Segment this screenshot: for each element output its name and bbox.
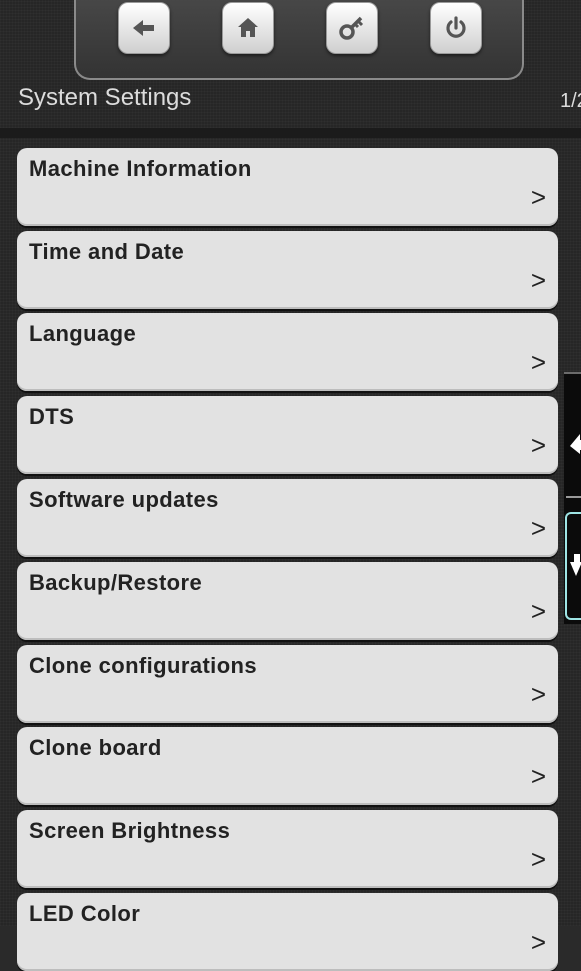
key-button[interactable] <box>326 2 378 54</box>
menu-item-label: Backup/Restore <box>29 570 203 595</box>
screen: System Settings 1/2 Machine Information … <box>0 0 581 971</box>
menu-item-clone-configurations[interactable]: Clone configurations > <box>17 645 558 723</box>
power-button[interactable] <box>430 2 482 54</box>
page-indicator: 1/2 <box>560 90 581 112</box>
menu-item-label: LED Color <box>29 901 141 926</box>
menu-item-label: Screen Brightness <box>29 818 231 843</box>
scroll-down-arrow-icon <box>570 554 581 576</box>
page-title: System Settings <box>18 84 192 111</box>
power-icon <box>446 16 466 38</box>
scroll-down-button[interactable] <box>565 512 581 620</box>
menu-item-label: Clone board <box>29 735 162 760</box>
scroll-up-arrow-icon <box>570 434 581 454</box>
chevron-right-icon: > <box>530 844 546 874</box>
chevron-right-icon: > <box>530 347 546 377</box>
menu-item-time-and-date[interactable]: Time and Date > <box>17 231 558 309</box>
left-arrow-icon <box>133 20 154 36</box>
menu-item-led-color[interactable]: LED Color > <box>17 893 558 971</box>
menu-item-label: Software updates <box>29 487 219 512</box>
menu-item-machine-information[interactable]: Machine Information > <box>17 148 558 226</box>
menu-item-clone-board[interactable]: Clone board > <box>17 727 558 805</box>
menu-item-label: Language <box>29 321 137 346</box>
scroll-up-button[interactable] <box>566 410 581 470</box>
menu-item-dts[interactable]: DTS > <box>17 396 558 474</box>
home-icon <box>238 18 258 37</box>
menu-item-software-updates[interactable]: Software updates > <box>17 479 558 557</box>
menu-item-language[interactable]: Language > <box>17 313 558 391</box>
back-button[interactable] <box>118 2 170 54</box>
chevron-right-icon: > <box>530 265 546 295</box>
chevron-right-icon: > <box>530 596 546 626</box>
menu-item-label: Machine Information <box>29 156 252 181</box>
key-icon <box>339 16 364 40</box>
chevron-right-icon: > <box>530 761 546 791</box>
chevron-right-icon: > <box>530 927 546 957</box>
chevron-right-icon: > <box>530 182 546 212</box>
top-nav-bar <box>74 0 524 80</box>
menu-item-label: DTS <box>29 404 75 429</box>
menu-item-screen-brightness[interactable]: Screen Brightness > <box>17 810 558 888</box>
scroll-divider <box>566 496 581 498</box>
chevron-right-icon: > <box>530 513 546 543</box>
chevron-right-icon: > <box>530 679 546 709</box>
chevron-right-icon: > <box>530 430 546 460</box>
header-divider <box>0 128 581 138</box>
menu-item-label: Clone configurations <box>29 653 257 678</box>
menu-item-backup-restore[interactable]: Backup/Restore > <box>17 562 558 640</box>
home-button[interactable] <box>222 2 274 54</box>
menu-item-label: Time and Date <box>29 239 185 264</box>
